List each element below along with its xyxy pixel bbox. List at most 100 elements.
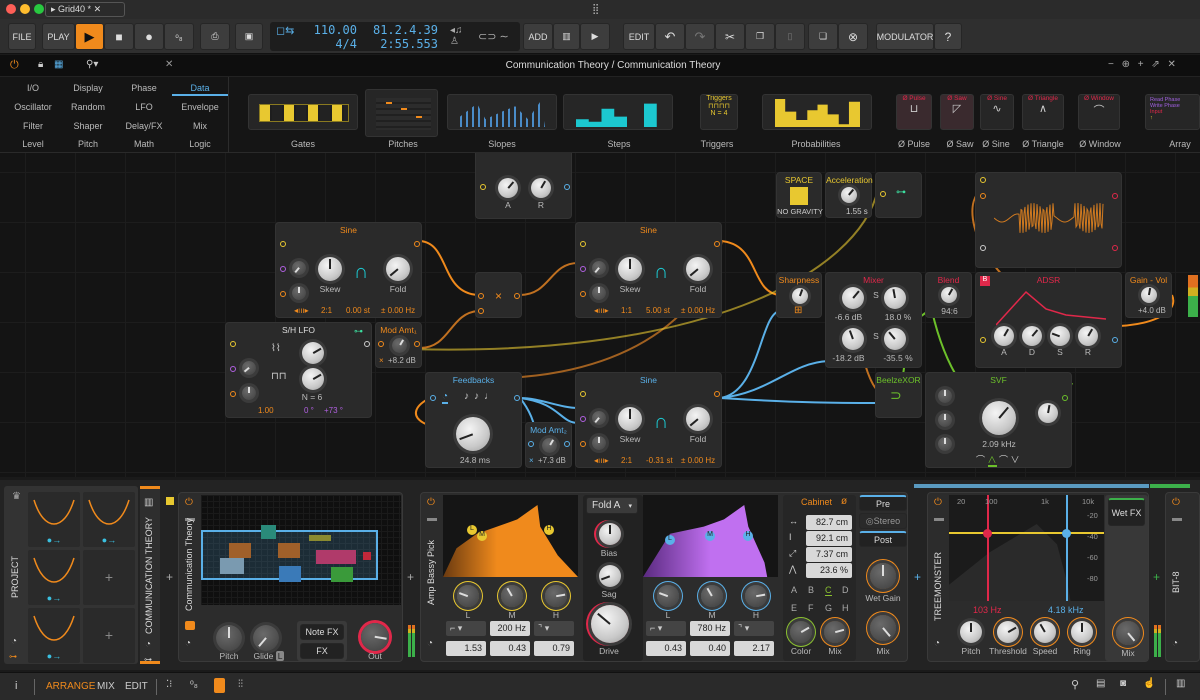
triangle-thumbnail[interactable]: Ø Triangle ∧ xyxy=(1022,94,1064,130)
triggers-thumbnail[interactable]: Triggers ⊓⊓⊓⊓ N = 4 xyxy=(700,94,738,130)
position-beats[interactable]: 81.2.4.39 xyxy=(366,23,438,37)
mic-position-f[interactable]: F xyxy=(808,603,814,613)
sine-module[interactable]: Sine ∩ Skew Fold ◂ııı▸ 2:1 0.00 st ± 0.00 Hz xyxy=(275,222,422,318)
power-icon[interactable]: ⏻ xyxy=(427,497,435,508)
grid-view-icon[interactable] xyxy=(185,621,195,630)
phase-knob[interactable] xyxy=(592,411,606,425)
slopes-thumbnail[interactable] xyxy=(447,94,557,130)
svf-module[interactable]: SVF 2.09 kHz ⌒ ∧ ⌒ ∨ xyxy=(925,372,1072,468)
eq-value-field[interactable]: 0.43 xyxy=(490,641,530,656)
pointer-icon[interactable]: ▶ xyxy=(580,23,610,50)
cutoff-mod-knob[interactable] xyxy=(938,413,952,427)
port[interactable] xyxy=(880,191,886,197)
depth-knob[interactable] xyxy=(242,386,256,400)
probabilities-thumbnail[interactable] xyxy=(762,94,872,130)
preset-label[interactable]: Probabilities xyxy=(771,139,861,149)
release-knob[interactable] xyxy=(531,178,551,198)
gain-value[interactable]: +4.0 dB xyxy=(1138,306,1166,315)
loop-toggle-icon[interactable]: ⊂⊃ ∼ xyxy=(478,30,509,43)
hz-offset-value[interactable]: ± 0.00 Hz xyxy=(681,456,715,465)
adsr-module[interactable]: ADSR B A D S R xyxy=(975,272,1122,368)
automation-write-icon[interactable]: ᵒ₈ xyxy=(164,23,194,50)
resonance-knob[interactable] xyxy=(1038,403,1058,423)
saw-thumbnail[interactable]: Ø Saw ◸ xyxy=(940,94,974,130)
category-filter[interactable]: Filter xyxy=(5,121,61,131)
note-editor-icon[interactable]: ⁚⁝ xyxy=(166,679,172,690)
mic-position-h[interactable]: H xyxy=(842,603,849,613)
phase-value[interactable]: 0 ° xyxy=(304,406,314,415)
bias-knob[interactable] xyxy=(599,523,621,545)
pulse-thumbnail[interactable]: Ø Pulse ⊔ xyxy=(896,94,932,130)
mod-amount-knob[interactable] xyxy=(542,438,557,453)
port[interactable] xyxy=(230,366,236,372)
threshold-line[interactable] xyxy=(949,532,1104,534)
preset-label[interactable]: Triggers xyxy=(672,139,762,149)
speed-knob[interactable] xyxy=(1034,621,1056,643)
port[interactable] xyxy=(1112,337,1118,343)
low-filter-type-dropdown[interactable]: ⌐ ▾ xyxy=(446,621,486,636)
hz-offset-value[interactable]: ± 0.00 Hz xyxy=(381,306,415,315)
mic-position-d[interactable]: D xyxy=(842,585,849,595)
remote-control-slot[interactable]: ●→ xyxy=(83,492,135,547)
print-icon[interactable]: ⎙ xyxy=(200,23,230,50)
cabinet-value-field[interactable]: 23.6 % xyxy=(806,563,852,578)
wet-fx-button[interactable]: Wet FX xyxy=(1108,498,1145,526)
hand-icon[interactable]: ☝ xyxy=(1143,678,1155,689)
time-mode-icon[interactable]: ◔ xyxy=(442,391,449,404)
port[interactable] xyxy=(364,341,370,347)
blend-module[interactable]: Blend 94:6 xyxy=(925,272,972,318)
mid-frequency-field[interactable]: 780 Hz xyxy=(690,621,730,636)
maximize-window-button[interactable] xyxy=(34,4,44,14)
eq-high-handle[interactable]: H xyxy=(544,525,554,535)
steps-thumbnail[interactable] xyxy=(563,94,673,130)
port[interactable] xyxy=(514,293,520,299)
tempo[interactable]: 110.00 xyxy=(305,23,357,37)
pre-button[interactable]: Pre xyxy=(859,495,907,511)
ar-envelope-module[interactable]: AR xyxy=(475,153,572,219)
port[interactable] xyxy=(980,245,986,251)
resonance-mod-knob[interactable] xyxy=(938,389,952,403)
port[interactable] xyxy=(480,184,486,190)
mixer-module[interactable]: Mixer S -6.6 dB 18.0 % S -18.2 dB -35.5 % xyxy=(825,272,922,368)
add-remote-slot[interactable]: + xyxy=(83,608,135,663)
pitch-knob[interactable] xyxy=(592,286,606,300)
modulator-menu-button[interactable]: MODULATOR xyxy=(876,23,934,50)
pre-eq-display[interactable]: L M H xyxy=(443,495,578,577)
sharpness-module[interactable]: Sharpness ⊞ xyxy=(776,272,822,318)
skew-knob[interactable] xyxy=(618,407,642,431)
port[interactable] xyxy=(980,177,986,183)
add-device-button[interactable]: + xyxy=(1153,570,1160,584)
gain-module[interactable]: Gain - Vol +4.0 dB xyxy=(1125,272,1172,318)
edit-view-tab[interactable]: EDIT xyxy=(125,681,148,692)
low-handle[interactable] xyxy=(983,529,992,538)
clock-icon[interactable]: ◔ xyxy=(185,638,191,649)
category-display[interactable]: Display xyxy=(60,83,116,93)
mix-view-tab[interactable]: MIX xyxy=(97,681,115,692)
cutoff-knob[interactable] xyxy=(982,401,1016,435)
port[interactable] xyxy=(564,441,570,447)
mic-position-c[interactable]: C xyxy=(825,585,832,596)
port[interactable] xyxy=(714,391,720,397)
add-menu-button[interactable]: ADD xyxy=(523,23,553,50)
power-icon[interactable]: ⏻ xyxy=(10,59,19,72)
pitches-thumbnail[interactable] xyxy=(365,89,438,137)
wet-mix-knob[interactable] xyxy=(870,615,896,641)
play-menu-button[interactable]: PLAY xyxy=(42,23,75,50)
project-tab[interactable]: ▸ Grid40 * ✕ xyxy=(45,2,125,17)
cabinet-value-field[interactable]: 82.7 cm xyxy=(806,515,852,530)
port[interactable] xyxy=(1062,395,1068,401)
mic-position-a[interactable]: A xyxy=(791,585,797,595)
pitch-keytrack-icon[interactable]: ◂ııı▸ xyxy=(294,306,309,315)
metronome-icon[interactable]: ◂♫ ♙ xyxy=(450,25,463,47)
blend-knob[interactable] xyxy=(941,287,957,303)
high-frequency-line[interactable] xyxy=(1066,495,1068,601)
high-frequency-value[interactable]: 4.18 kHz xyxy=(1048,605,1084,615)
eq-h-knob[interactable] xyxy=(745,585,767,607)
s-knob[interactable] xyxy=(1050,326,1070,346)
high-handle[interactable] xyxy=(1062,529,1071,538)
stop-button[interactable]: ■ xyxy=(104,23,134,50)
pitch-knob[interactable] xyxy=(592,436,606,450)
clock-icon[interactable]: ◔ xyxy=(11,636,17,647)
output-module[interactable]: ⊶ xyxy=(875,172,922,218)
eq-value-field[interactable]: 1.53 xyxy=(446,641,486,656)
